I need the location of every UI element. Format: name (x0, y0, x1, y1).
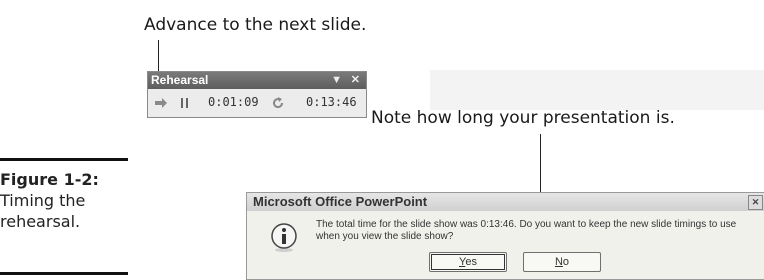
rehearsal-toolbar: Rehearsal ▼ ✕ 0:01:09 0:13:46 (147, 71, 367, 118)
close-icon[interactable]: ✕ (351, 72, 360, 89)
info-icon (269, 223, 299, 253)
dialog-message: The total time for the slide show was 0:… (316, 219, 737, 242)
slide-background-area (430, 70, 764, 110)
callout-presentation-length: Note how long your presentation is. (371, 108, 675, 128)
figure-number: Figure 1-2: (0, 170, 99, 189)
yes-button[interactable]: Yes (429, 252, 507, 272)
dialog-title: Microsoft Office PowerPoint (253, 194, 428, 209)
no-label: o (562, 256, 570, 268)
figure-bottom-rule (0, 272, 128, 275)
dialog-titlebar: Microsoft Office PowerPoint ✕ (247, 193, 764, 211)
figure-top-rule (0, 158, 128, 161)
rehearsal-title: Rehearsal (151, 73, 209, 87)
repeat-icon[interactable] (269, 95, 287, 111)
timing-dialog: Microsoft Office PowerPoint ✕ The total … (246, 192, 764, 280)
total-time: 0:13:46 (306, 95, 357, 109)
figure-caption: Figure 1-2: Timing the rehearsal. (0, 169, 130, 232)
slide-time: 0:01:09 (208, 95, 259, 109)
no-button[interactable]: No (523, 252, 601, 272)
pause-icon[interactable] (176, 95, 194, 111)
figure-caption-line-2: rehearsal. (0, 212, 81, 231)
callout-next-slide: Advance to the next slide. (144, 15, 367, 35)
rehearsal-controls: 0:01:09 0:13:46 (148, 89, 366, 117)
next-arrow-icon[interactable] (152, 95, 170, 111)
dialog-close-icon[interactable]: ✕ (748, 195, 763, 210)
dropdown-icon[interactable]: ▼ (331, 72, 342, 89)
yes-label: es (465, 256, 477, 268)
rehearsal-titlebar: Rehearsal ▼ ✕ (148, 72, 366, 89)
no-hotkey: N (554, 256, 563, 268)
figure-caption-line-1: Timing the (0, 191, 86, 210)
